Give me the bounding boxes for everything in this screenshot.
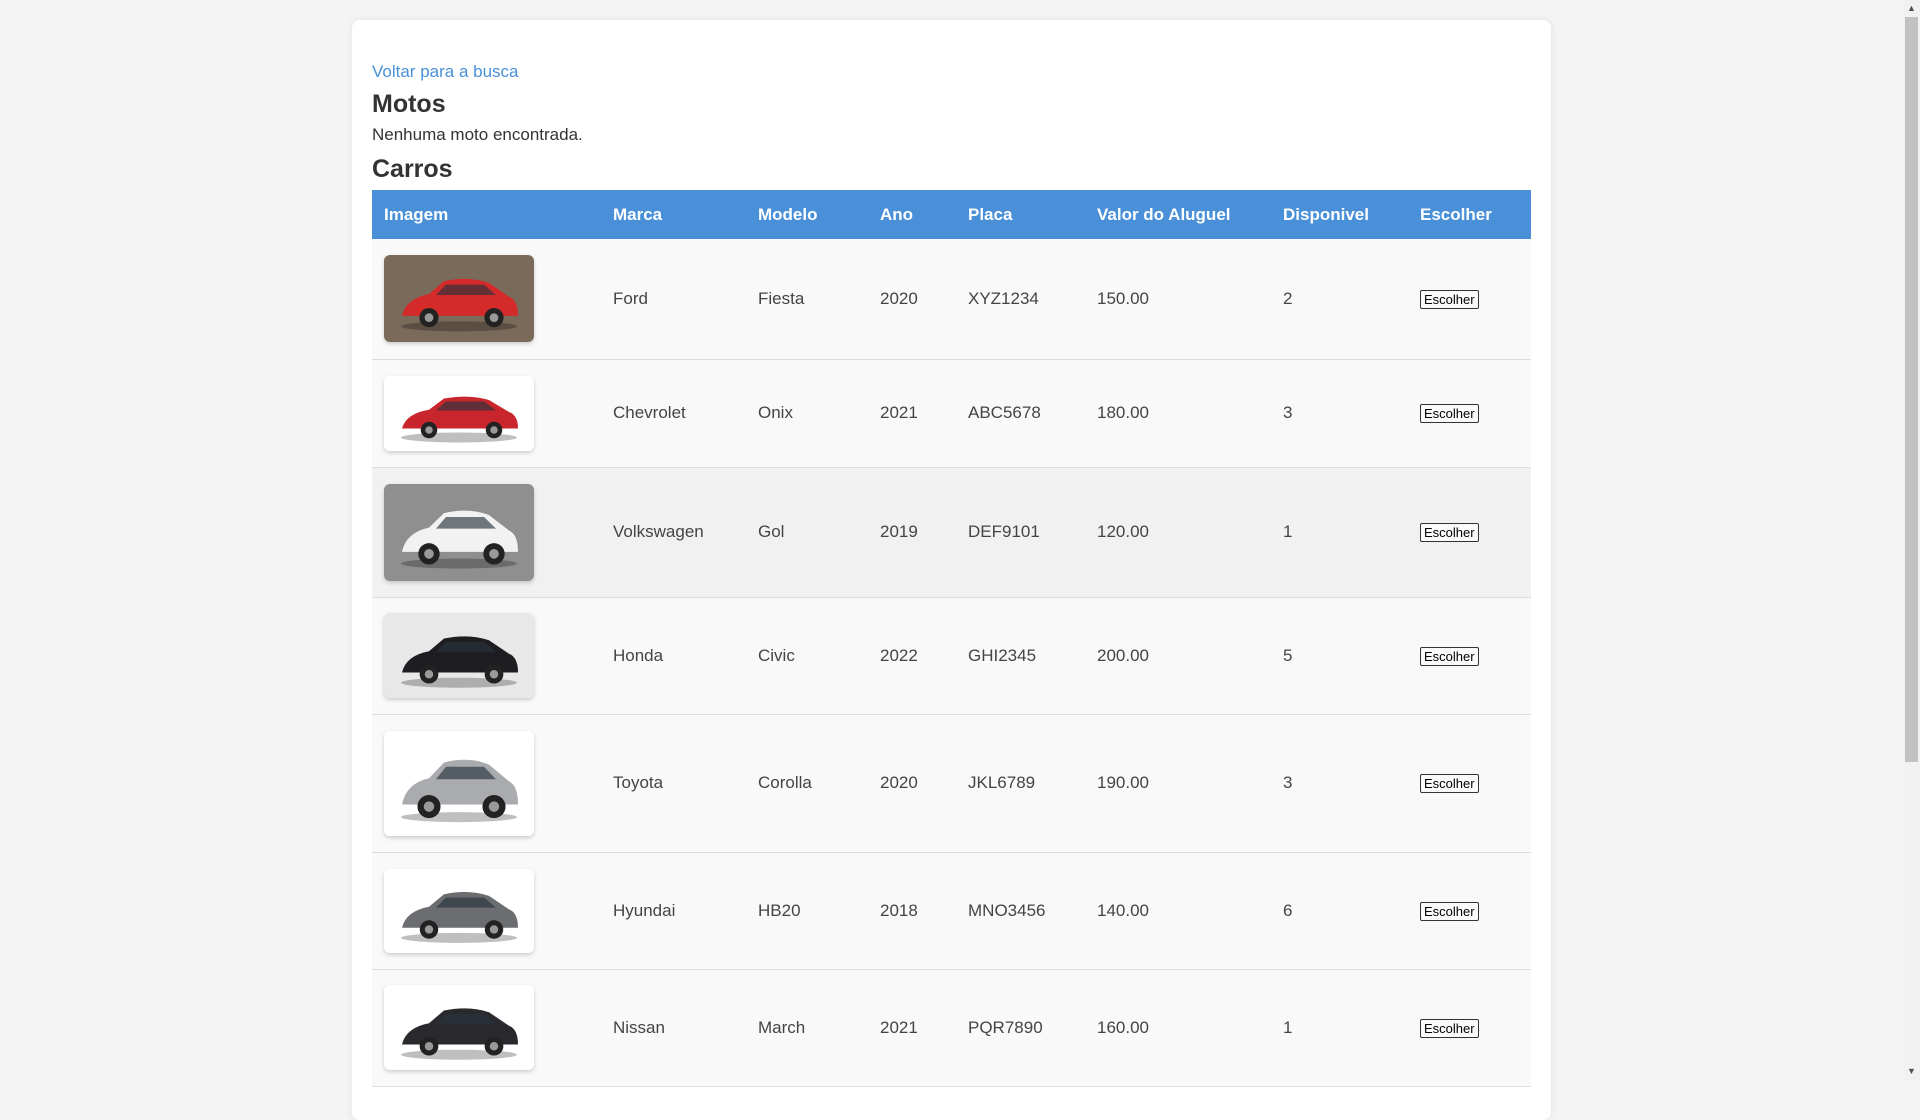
car-image	[384, 613, 534, 698]
cell-placa: ABC5678	[956, 359, 1085, 468]
cell-disponivel: 1	[1271, 467, 1408, 598]
escolher-button[interactable]: Escolher	[1420, 646, 1479, 666]
car-image	[384, 375, 534, 451]
col-disponivel: Disponivel	[1271, 190, 1408, 239]
cell-valor: 180.00	[1085, 359, 1271, 468]
cell-placa: XYZ1234	[956, 239, 1085, 360]
cell-marca: Toyota	[601, 714, 746, 853]
cars-table-header: Imagem Marca Modelo Ano Placa Valor do A…	[372, 190, 1531, 239]
cell-modelo: Fiesta	[746, 239, 868, 360]
table-row: Chevrolet Onix 2021 ABC5678 180.00 3 Escolher	[372, 359, 1531, 468]
cell-modelo: Onix	[746, 359, 868, 468]
cell-placa: PQR7890	[956, 969, 1085, 1087]
table-row: Honda Civic 2022 GHI2345 200.00 5 Escolher	[372, 597, 1531, 715]
cell-marca: Hyundai	[601, 852, 746, 970]
cell-escolher: Escolher	[1408, 852, 1531, 970]
cell-disponivel: 6	[1271, 852, 1408, 970]
cell-marca: Volkswagen	[601, 467, 746, 598]
cell-placa: DEF9101	[956, 467, 1085, 598]
motos-heading: Motos	[372, 90, 446, 118]
cell-ano: 2020	[868, 714, 956, 853]
cell-modelo: Civic	[746, 597, 868, 715]
cell-valor: 140.00	[1085, 852, 1271, 970]
car-image	[384, 730, 534, 836]
cell-marca: Ford	[601, 239, 746, 360]
cars-table: Imagem Marca Modelo Ano Placa Valor do A…	[372, 190, 1531, 1087]
cell-marca: Honda	[601, 597, 746, 715]
escolher-button[interactable]: Escolher	[1420, 1018, 1479, 1038]
cell-marca: Nissan	[601, 969, 746, 1087]
cell-valor: 160.00	[1085, 969, 1271, 1087]
back-to-search-link[interactable]: Voltar para a busca	[372, 62, 518, 82]
table-row: Toyota Corolla 2020 JKL6789 190.00 3 Escolher	[372, 714, 1531, 853]
cell-valor: 120.00	[1085, 467, 1271, 598]
cell-placa: MNO3456	[956, 852, 1085, 970]
cell-valor: 200.00	[1085, 597, 1271, 715]
col-placa: Placa	[956, 190, 1085, 239]
cell-escolher: Escolher	[1408, 969, 1531, 1087]
escolher-button[interactable]: Escolher	[1420, 774, 1479, 793]
car-image	[384, 483, 534, 581]
scrollbar[interactable]: ▲ ▼	[1903, 0, 1920, 1080]
car-image-cell	[372, 852, 601, 970]
cell-ano: 2019	[868, 467, 956, 598]
results-card: Voltar para a busca Motos Nenhuma moto e…	[352, 20, 1551, 1120]
cell-modelo: HB20	[746, 852, 868, 970]
carros-heading: Carros	[372, 155, 453, 183]
car-image-cell	[372, 467, 601, 598]
cell-valor: 150.00	[1085, 239, 1271, 360]
cell-ano: 2020	[868, 239, 956, 360]
cell-disponivel: 3	[1271, 714, 1408, 853]
cell-ano: 2021	[868, 969, 956, 1087]
car-image-cell	[372, 597, 601, 715]
table-row: Ford Fiesta 2020 XYZ1234 150.00 2 Escolher	[372, 239, 1531, 360]
col-marca: Marca	[601, 190, 746, 239]
cell-modelo: Gol	[746, 467, 868, 598]
table-row: Nissan March 2021 PQR7890 160.00 1 Escolher	[372, 969, 1531, 1087]
cell-modelo: March	[746, 969, 868, 1087]
cell-ano: 2021	[868, 359, 956, 468]
escolher-button[interactable]: Escolher	[1420, 289, 1479, 309]
col-escolher: Escolher	[1408, 190, 1531, 239]
col-valor: Valor do Aluguel	[1085, 190, 1271, 239]
car-image	[384, 985, 534, 1070]
col-modelo: Modelo	[746, 190, 868, 239]
car-image-cell	[372, 969, 601, 1087]
cell-placa: JKL6789	[956, 714, 1085, 853]
cell-disponivel: 5	[1271, 597, 1408, 715]
cell-escolher: Escolher	[1408, 239, 1531, 360]
escolher-button[interactable]: Escolher	[1420, 901, 1479, 921]
cell-escolher: Escolher	[1408, 467, 1531, 598]
cell-placa: GHI2345	[956, 597, 1085, 715]
escolher-button[interactable]: Escolher	[1420, 404, 1479, 423]
table-row: Volkswagen Gol 2019 DEF9101 120.00 1 Escolher	[372, 467, 1531, 598]
car-image-cell	[372, 714, 601, 853]
car-image-cell	[372, 359, 601, 468]
cell-marca: Chevrolet	[601, 359, 746, 468]
col-ano: Ano	[868, 190, 956, 239]
scroll-thumb[interactable]	[1905, 17, 1918, 762]
motos-empty-message: Nenhuma moto encontrada.	[372, 125, 583, 144]
cell-escolher: Escolher	[1408, 359, 1531, 468]
scroll-down-arrow-icon[interactable]: ▼	[1903, 1063, 1920, 1080]
cell-modelo: Corolla	[746, 714, 868, 853]
cell-disponivel: 1	[1271, 969, 1408, 1087]
col-imagem: Imagem	[372, 190, 601, 239]
car-image	[384, 255, 534, 343]
escolher-button[interactable]: Escolher	[1420, 523, 1479, 542]
cell-escolher: Escolher	[1408, 597, 1531, 715]
cell-escolher: Escolher	[1408, 714, 1531, 853]
cell-ano: 2022	[868, 597, 956, 715]
table-row: Hyundai HB20 2018 MNO3456 140.00 6 Escolher	[372, 852, 1531, 970]
car-image-cell	[372, 239, 601, 360]
cell-disponivel: 2	[1271, 239, 1408, 360]
cell-valor: 190.00	[1085, 714, 1271, 853]
scroll-up-arrow-icon[interactable]: ▲	[1903, 0, 1920, 17]
cell-disponivel: 3	[1271, 359, 1408, 468]
car-image	[384, 868, 534, 953]
cell-ano: 2018	[868, 852, 956, 970]
